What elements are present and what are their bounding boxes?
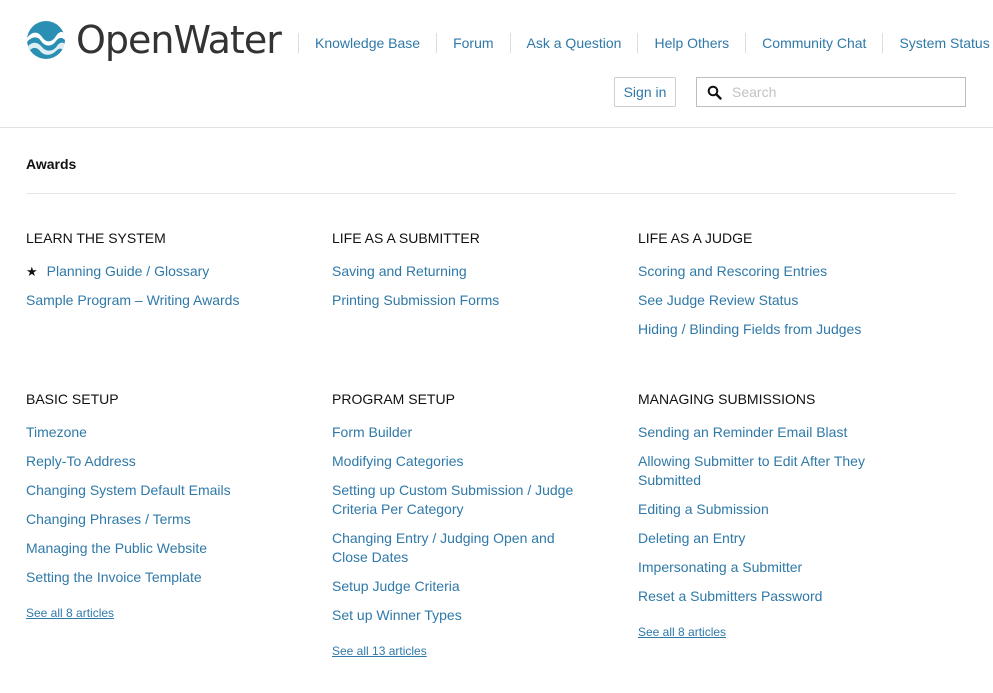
article-link[interactable]: Changing Phrases / Terms	[26, 510, 286, 529]
article-link[interactable]: Changing Entry / Judging Open and Close …	[332, 529, 587, 567]
section-title: LIFE AS A SUBMITTER	[332, 230, 480, 246]
nav-system-status[interactable]: System Status	[882, 33, 990, 53]
article-link[interactable]: Impersonating a Submitter	[638, 558, 868, 577]
article-link[interactable]: Hiding / Blinding Fields from Judges	[638, 320, 898, 339]
section-managing-submissions: MANAGING SUBMISSIONS Sending an Reminder…	[638, 389, 868, 641]
section-title: MANAGING SUBMISSIONS	[638, 391, 816, 407]
openwater-logo[interactable]: OpenWater	[26, 18, 282, 62]
content-divider	[26, 193, 956, 194]
nav-help-others[interactable]: Help Others	[637, 33, 745, 53]
article-list: Timezone Reply-To Address Changing Syste…	[26, 423, 286, 587]
article-link[interactable]: Timezone	[26, 423, 286, 442]
star-icon: ★	[26, 264, 38, 279]
sign-in-button[interactable]: Sign in	[614, 77, 676, 107]
article-link[interactable]: Setting up Custom Submission / Judge Cri…	[332, 481, 587, 519]
brand-name: OpenWater	[76, 18, 282, 62]
article-link[interactable]: Printing Submission Forms	[332, 291, 592, 310]
search-input[interactable]	[732, 78, 960, 106]
section-title: BASIC SETUP	[26, 391, 119, 407]
article-link[interactable]: Deleting an Entry	[638, 529, 868, 548]
article-link[interactable]: Scoring and Rescoring Entries	[638, 262, 898, 281]
article-link[interactable]: ★ Planning Guide / Glossary	[26, 262, 286, 281]
nav-knowledge-base[interactable]: Knowledge Base	[298, 33, 436, 53]
search-box	[696, 77, 966, 107]
section-life-as-a-submitter: LIFE AS A SUBMITTER Saving and Returning…	[332, 228, 592, 320]
site-header: OpenWater Knowledge Base Forum Ask a Que…	[0, 0, 993, 128]
article-link[interactable]: Reset a Submitters Password	[638, 587, 868, 606]
article-link[interactable]: Allowing Submitter to Edit After They Su…	[638, 452, 868, 490]
see-all-articles-link[interactable]: See all 8 articles	[26, 606, 114, 620]
section-title: LIFE AS A JUDGE	[638, 230, 753, 246]
article-list: Saving and Returning Printing Submission…	[332, 262, 592, 310]
see-all-articles-link[interactable]: See all 13 articles	[332, 644, 427, 658]
section-learn-the-system: LEARN THE SYSTEM ★ Planning Guide / Gloss…	[26, 228, 286, 320]
section-basic-setup: BASIC SETUP Timezone Reply-To Address Ch…	[26, 389, 286, 622]
article-link[interactable]: Managing the Public Website	[26, 539, 286, 558]
article-link[interactable]: See Judge Review Status	[638, 291, 898, 310]
breadcrumb-current: Awards	[26, 156, 77, 172]
article-link[interactable]: Form Builder	[332, 423, 587, 442]
article-link[interactable]: Setup Judge Criteria	[332, 577, 587, 596]
section-title: LEARN THE SYSTEM	[26, 230, 166, 246]
see-all-articles-link[interactable]: See all 8 articles	[638, 625, 726, 639]
article-title[interactable]: Planning Guide / Glossary	[47, 263, 210, 279]
openwater-wave-icon	[27, 21, 65, 59]
article-list: Scoring and Rescoring Entries See Judge …	[638, 262, 898, 339]
section-title: PROGRAM SETUP	[332, 391, 455, 407]
article-link[interactable]: Set up Winner Types	[332, 606, 587, 625]
search-icon	[707, 85, 722, 100]
article-link[interactable]: Sample Program – Writing Awards	[26, 291, 286, 310]
article-link[interactable]: Modifying Categories	[332, 452, 587, 471]
article-link[interactable]: Setting the Invoice Template	[26, 568, 286, 587]
article-link[interactable]: Saving and Returning	[332, 262, 592, 281]
article-link[interactable]: Changing System Default Emails	[26, 481, 286, 500]
article-link[interactable]: Reply-To Address	[26, 452, 286, 471]
article-link[interactable]: Editing a Submission	[638, 500, 868, 519]
article-list: Form Builder Modifying Categories Settin…	[332, 423, 587, 625]
article-list: Sending an Reminder Email Blast Allowing…	[638, 423, 868, 606]
nav-ask-a-question[interactable]: Ask a Question	[509, 33, 638, 53]
nav-forum[interactable]: Forum	[436, 33, 509, 53]
section-life-as-a-judge: LIFE AS A JUDGE Scoring and Rescoring En…	[638, 228, 898, 349]
top-navigation: Knowledge Base Forum Ask a Question Help…	[298, 33, 990, 53]
article-list: ★ Planning Guide / Glossary Sample Progra…	[26, 262, 286, 310]
section-program-setup: PROGRAM SETUP Form Builder Modifying Cat…	[332, 389, 587, 660]
nav-community-chat[interactable]: Community Chat	[745, 33, 882, 53]
article-link[interactable]: Sending an Reminder Email Blast	[638, 423, 868, 442]
